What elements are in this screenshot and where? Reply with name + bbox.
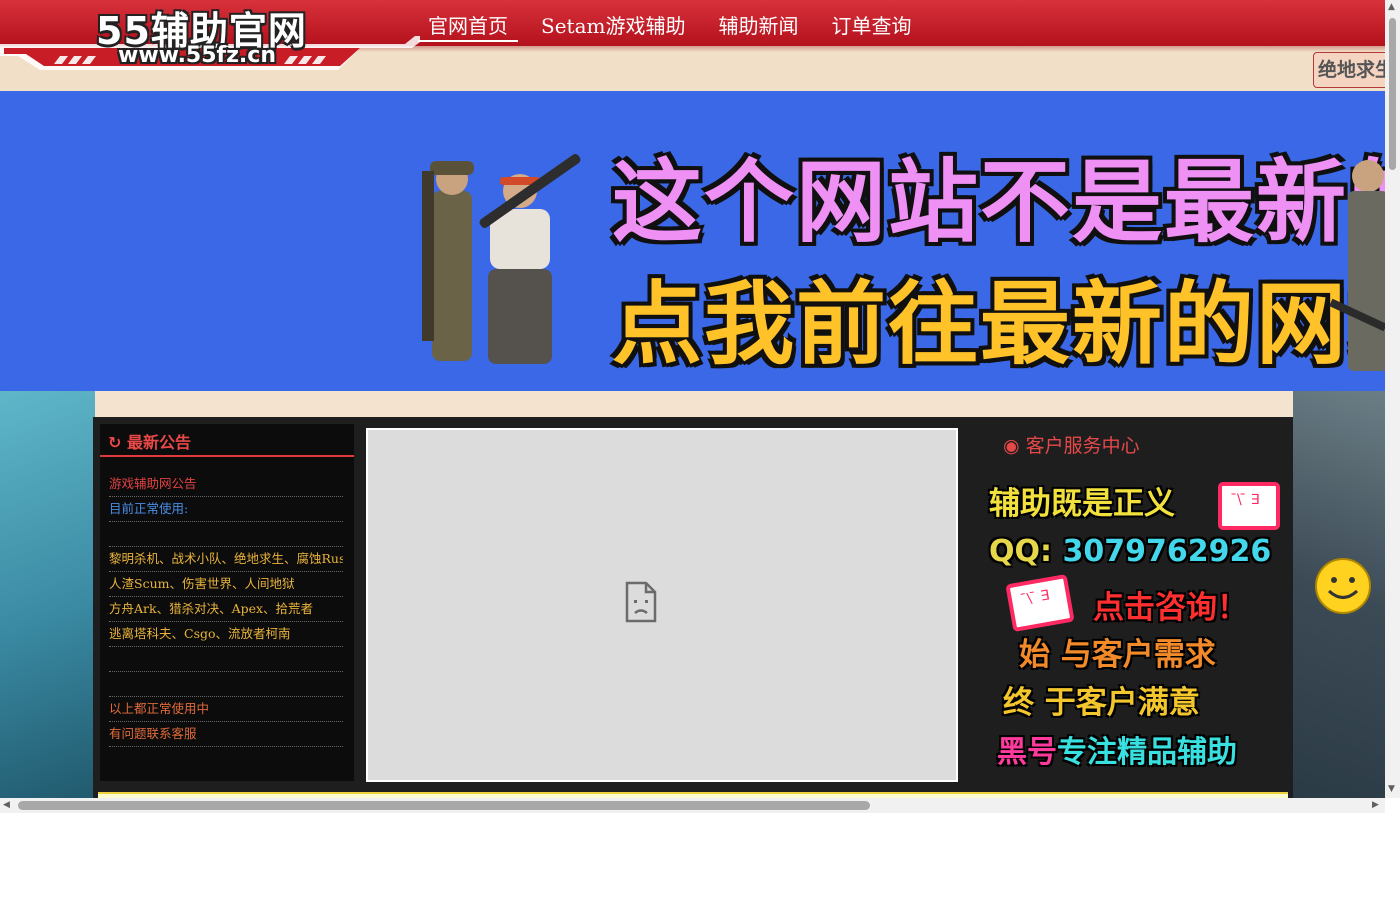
scroll-down-arrow-icon[interactable]: ▼ bbox=[1388, 784, 1395, 794]
soldiers-illustration bbox=[422, 154, 581, 364]
right-soldier-illustration bbox=[1329, 160, 1385, 371]
tagline-rest: 专注精品辅助 bbox=[1057, 735, 1237, 770]
tv-mascot-icon bbox=[1218, 482, 1280, 530]
notice-line[interactable]: 目前正常使用: bbox=[109, 497, 343, 522]
service-title: ◉ 客户服务中心 bbox=[1003, 431, 1140, 458]
consult-button[interactable]: 点击咨询！ bbox=[1093, 582, 1248, 627]
tv-mascot-icon bbox=[1005, 573, 1075, 633]
nav-setam-game-assist[interactable]: Setam游戏辅助 bbox=[531, 6, 695, 42]
scroll-up-arrow-icon[interactable]: ▲ bbox=[1388, 2, 1395, 12]
horizontal-scrollbar[interactable]: ◀ ▶ bbox=[0, 798, 1385, 813]
embedded-video-frame[interactable] bbox=[366, 428, 958, 782]
nav-assist-news[interactable]: 辅助新闻 bbox=[708, 6, 808, 42]
notice-line bbox=[109, 672, 343, 697]
customer-service-panel: ◉ 客户服务中心 辅助既是正义 QQ: 3079762926 点击咨询！ 始 与… bbox=[973, 424, 1285, 784]
service-motto-end: 终 于客户满意 bbox=[1003, 685, 1200, 721]
notice-list: 游戏辅助网公告 目前正常使用: 黎明杀机、战术小队、绝地求生、腐蚀Rust 人渣… bbox=[109, 472, 343, 747]
scroll-right-arrow-icon[interactable]: ▶ bbox=[1372, 800, 1379, 810]
logo-url[interactable]: www.55fz.cn bbox=[118, 43, 276, 68]
scroll-left-arrow-icon[interactable]: ◀ bbox=[3, 800, 10, 810]
page-viewport: 55辅助官网 www.55fz.cn 官网首页 Setam游戏辅助 辅助新闻 订… bbox=[0, 0, 1385, 798]
refresh-icon: ↻ bbox=[108, 433, 122, 452]
notice-line: 黎明杀机、战术小队、绝地求生、腐蚀Rust bbox=[109, 547, 343, 572]
right-character-art bbox=[1293, 391, 1385, 798]
notice-panel: ↻ 最新公告 游戏辅助网公告 目前正常使用: 黎明杀机、战术小队、绝地求生、腐蚀… bbox=[100, 424, 354, 781]
promo-banner[interactable]: 这个网站不是最新的 点我前往最新的网站 bbox=[0, 91, 1385, 391]
service-qq[interactable]: QQ: 3079762926 bbox=[989, 534, 1271, 569]
qq-number[interactable]: 3079762926 bbox=[1062, 534, 1271, 569]
smiley-icon bbox=[1315, 558, 1371, 614]
notice-header: ↻ 最新公告 bbox=[100, 424, 354, 457]
tagline-prefix: 黑号 bbox=[997, 735, 1057, 770]
notice-line bbox=[109, 647, 343, 672]
notice-line: 有问题联系客服 bbox=[109, 722, 343, 747]
banner-headline: 这个网站不是最新的 bbox=[612, 150, 1385, 255]
notice-line: 方舟Ark、猎杀对决、Apex、拾荒者 bbox=[109, 597, 343, 622]
notice-line: 人渣Scum、伤害世界、人间地狱 bbox=[109, 572, 343, 597]
user-circle-icon: ◉ bbox=[1003, 435, 1020, 457]
qq-label: QQ: bbox=[989, 534, 1053, 569]
game-badge[interactable]: 绝地求生 bbox=[1313, 52, 1385, 88]
service-tagline: 黑号专注精品辅助 bbox=[997, 727, 1237, 771]
notice-line bbox=[109, 522, 343, 547]
vertical-scroll-thumb[interactable] bbox=[1389, 18, 1396, 170]
notice-line[interactable]: 游戏辅助网公告 bbox=[109, 472, 343, 497]
notice-line: 以上都正常使用中 bbox=[109, 697, 343, 722]
notice-title-text: 最新公告 bbox=[126, 433, 191, 452]
main-nav: 官网首页 Setam游戏辅助 辅助新闻 订单查询 bbox=[418, 6, 934, 42]
notice-line: 逃离塔科夫、Csgo、流放者柯南 bbox=[109, 622, 343, 647]
left-character-art bbox=[0, 391, 95, 798]
service-slogan: 辅助既是正义 bbox=[989, 486, 1175, 522]
nav-order-query[interactable]: 订单查询 bbox=[821, 6, 921, 42]
service-title-text: 客户服务中心 bbox=[1025, 435, 1140, 457]
notice-title: ↻ 最新公告 bbox=[108, 429, 191, 453]
vertical-scrollbar[interactable]: ▲ ▼ bbox=[1385, 0, 1400, 798]
broken-file-icon bbox=[625, 581, 657, 623]
banner-subheadline: 点我前往最新的网站 bbox=[612, 272, 1385, 377]
nav-home[interactable]: 官网首页 bbox=[418, 6, 518, 42]
horizontal-scroll-thumb[interactable] bbox=[18, 801, 870, 810]
service-motto-start: 始 与客户需求 bbox=[1019, 637, 1216, 673]
main-panel: ↻ 最新公告 游戏辅助网公告 目前正常使用: 黎明杀机、战术小队、绝地求生、腐蚀… bbox=[93, 417, 1293, 798]
